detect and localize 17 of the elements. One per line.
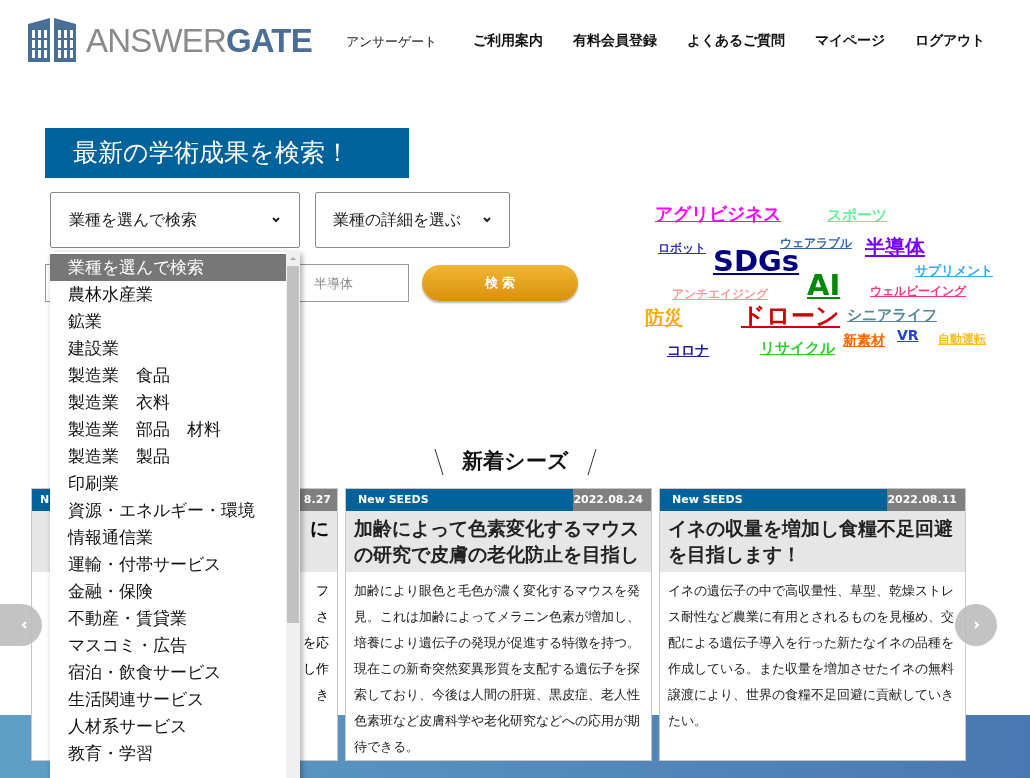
card-description: し作 xyxy=(303,659,329,678)
card-description: 加齢により眼色と毛色が濃く変化するマウスを発見。これは加齢によってメラニン色素が増加し、培養により遺伝子の発現が促進する特徴を持つ。現在この新奇突然変異形質を支配する遺伝子を探索しており、今後は人間の肝斑、黒皮症、老人性色素班など皮膚科学や老化研究などへの応用が期待できる。 xyxy=(353,581,641,756)
card-description: イネの遺伝子の中で高収量性、草型、乾燥ストレス耐性など農業に有用とされるものを見極め、交配による遺伝子導入を行った新たなイネの品種を作成している。また収量を増加させたイネの無料譲渡により、世界の食糧不足回避に貢献していきたい。 xyxy=(667,581,955,730)
card-title: イネの収量を増加し食糧不足回避を目指します！ xyxy=(668,515,954,567)
card-description: フ xyxy=(316,581,329,600)
card-description: き xyxy=(316,685,329,704)
new-seeds-label: New SEEDS xyxy=(660,488,887,511)
site-tagline: アンサーゲート xyxy=(345,32,437,51)
card-title: 加齢によって色素変化するマウスの研究で皮膚の老化防止を目指し xyxy=(354,515,640,567)
card-date: 2022.08.11 xyxy=(887,488,965,511)
new-seeds-label: New SEEDS xyxy=(346,488,573,511)
card-description: さ xyxy=(316,607,329,626)
card-title: に xyxy=(310,515,329,541)
card-description: を応 xyxy=(303,633,329,652)
search-heading: 最新の学術成果を検索！ xyxy=(45,128,409,178)
card-date: 2022.08.24 xyxy=(573,488,651,511)
section-heading: 新着シーズ xyxy=(461,448,569,475)
